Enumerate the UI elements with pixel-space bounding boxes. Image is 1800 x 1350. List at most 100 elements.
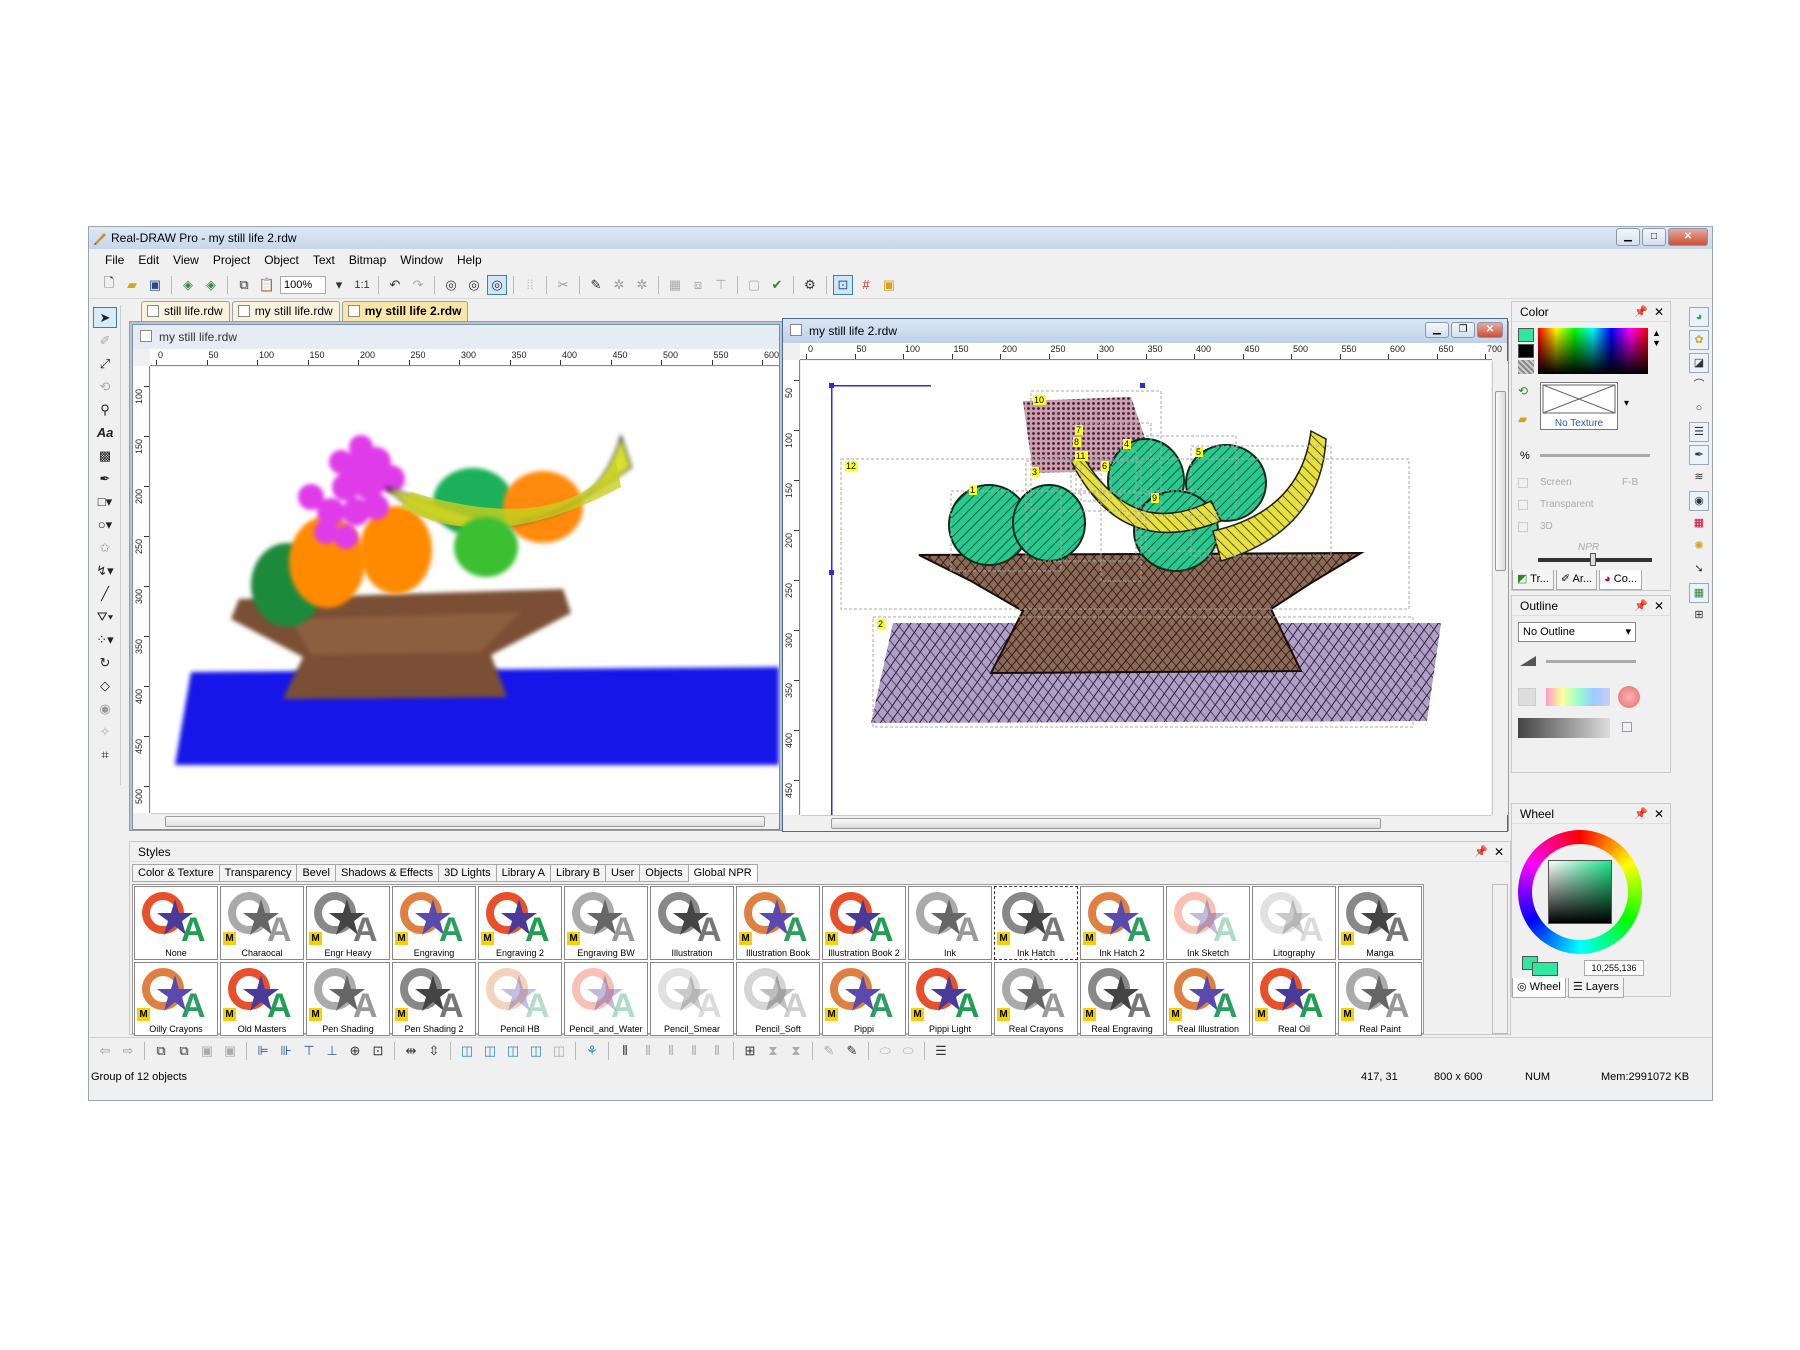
style-item-illustration-book[interactable]: A M Illustration Book (736, 886, 820, 960)
gradient-preview[interactable] (1546, 688, 1610, 706)
style-item-pippi-light[interactable]: A M Pippi Light (908, 962, 992, 1036)
guides-button[interactable]: # (856, 275, 876, 295)
save-button[interactable]: ▣ (145, 275, 165, 295)
close-icon[interactable]: ✕ (1654, 596, 1664, 616)
minimize-button[interactable]: ▁ (1616, 228, 1640, 246)
tab-my-still-life[interactable]: my still life.rdw (231, 301, 340, 321)
order-front-button[interactable]: ◫ (457, 1041, 477, 1061)
dock-frame-button[interactable]: ⊞ (1689, 606, 1709, 626)
eyedropper-button[interactable]: ✎ (586, 275, 606, 295)
vertical-ruler[interactable]: 50 100 150 200 250 300 350 400 450 (783, 360, 800, 815)
dock-swatches-button[interactable]: ▦ (1689, 514, 1709, 534)
dock-effects-button[interactable]: ◉ (1689, 491, 1709, 511)
tab-color[interactable]: ◕ Co... (1599, 570, 1642, 590)
style-item-real-illustration[interactable]: A M Real Illustration (1166, 962, 1250, 1036)
style-item-pen-shading-2[interactable]: A M Pen Shading 2 (392, 962, 476, 1036)
actual-size-button[interactable]: 1:1 (352, 275, 372, 295)
drawing-canvas[interactable]: 1 2 3 4 5 6 7 8 9 10 11 12 (801, 361, 1491, 815)
rotate-tool[interactable]: ↻ (93, 652, 117, 673)
styles-tab-color-texture[interactable]: Color & Texture (132, 864, 219, 882)
distribute-1-button[interactable]: ⫴ (615, 1041, 635, 1061)
3d-checkbox[interactable] (1518, 522, 1528, 532)
tab-art[interactable]: ✐ Ar... (1555, 570, 1598, 590)
spectrum-scroll[interactable]: ▲ ▼ (1652, 328, 1661, 348)
style-item-pencil-soft[interactable]: A Pencil_Soft (736, 962, 820, 1036)
fill-color-swatch[interactable] (1518, 328, 1534, 342)
styles-tab-objects[interactable]: Objects (639, 864, 688, 882)
dock-lightbulb-button[interactable]: ✺ (1689, 537, 1709, 557)
tab-my-still-life-2[interactable]: my still life 2.rdw (341, 301, 469, 321)
swap-icon[interactable]: ⟲ (1518, 384, 1528, 398)
brush-effect-button[interactable]: ✲ (632, 275, 652, 295)
dock-layers-button[interactable]: ☰ (1689, 422, 1709, 442)
redo-button[interactable]: ↷ (408, 275, 428, 295)
eraser-2-button[interactable]: ⬭ (898, 1041, 918, 1061)
style-item-pen-shading[interactable]: A M Pen Shading (306, 962, 390, 1036)
style-item-manga[interactable]: A M Manga (1338, 886, 1422, 960)
tab-transparency[interactable]: ◩ Tr... (1512, 570, 1554, 590)
style-item-real-crayons[interactable]: A M Real Crayons (994, 962, 1078, 1036)
styles-tab-3d-lights[interactable]: 3D Lights (438, 864, 496, 882)
close-icon[interactable]: ✕ (1494, 842, 1504, 862)
style-item-real-oil[interactable]: A M Real Oil (1252, 962, 1336, 1036)
horizontal-ruler[interactable]: 0 50 100 150 200 250 300 350 400 450 500 550 600 650 7… (800, 343, 1502, 360)
zoom-input[interactable]: 100% (280, 275, 326, 294)
window-layout-button[interactable]: ▣ (879, 275, 899, 295)
fill-type-box[interactable] (1518, 688, 1536, 706)
styles-tab-library-a[interactable]: Library A (495, 864, 551, 882)
order-back-button[interactable]: ◫ (526, 1041, 546, 1061)
style-item-ink-hatch-2[interactable]: A M Ink Hatch 2 (1080, 886, 1164, 960)
tab-still-life[interactable]: still life.rdw (141, 301, 230, 321)
horizontal-ruler[interactable]: 0 50 100 150 200 250 300 350 400 450 500 550 600 (150, 349, 779, 366)
style-item-pippi[interactable]: A M Pippi (822, 962, 906, 1036)
menu-project[interactable]: Project (213, 253, 250, 267)
shape-op-3-button[interactable]: ◎ (487, 274, 507, 295)
pin-icon[interactable]: 📌 (1474, 842, 1488, 862)
dock-brush-button[interactable]: ≋ (1689, 468, 1709, 488)
brush-tip-icon[interactable] (1618, 686, 1640, 708)
forward-button[interactable]: ⇨ (118, 1041, 138, 1061)
folder-icon[interactable]: ▰ (1518, 412, 1527, 426)
close-icon[interactable]: ✕ (1654, 804, 1664, 824)
style-item-engraving-bw[interactable]: A M Engraving BW (564, 886, 648, 960)
distort-tool[interactable]: ◇ (93, 675, 117, 696)
scroll-thumb[interactable] (831, 818, 1381, 829)
pin-icon[interactable]: 📌 (1634, 596, 1648, 616)
zoom-tool[interactable]: ⚲ (93, 399, 117, 420)
drawing-canvas[interactable] (151, 367, 779, 813)
transform-1-button[interactable]: ⧗ (763, 1041, 783, 1061)
ellipse-tool[interactable]: ○▾ (93, 514, 117, 535)
order-other-button[interactable]: ◫ (549, 1041, 569, 1061)
rgb-value-field[interactable]: 10,255,136 (1584, 960, 1644, 976)
select-tool[interactable]: ➤ (93, 307, 117, 328)
dock-cursor-button[interactable]: ➘ (1689, 560, 1709, 580)
curve-tool[interactable]: ↯▾ (93, 560, 117, 581)
doc-restore-button[interactable]: ❐ (1451, 322, 1475, 338)
export-button[interactable]: ◈ (201, 275, 221, 295)
distribute-4-button[interactable]: ⫴ (684, 1041, 704, 1061)
menu-file[interactable]: File (105, 253, 124, 267)
more-button[interactable]: ☰ (931, 1041, 951, 1061)
link-button[interactable]: ⧈ (688, 275, 708, 295)
group-button[interactable]: ⧉ (151, 1041, 171, 1061)
style-item-pencil-and-water[interactable]: A Pencil_and_Water (564, 962, 648, 1036)
ungroup-button[interactable]: ⧉ (174, 1041, 194, 1061)
break-button[interactable]: ▣ (220, 1041, 240, 1061)
color-spectrum[interactable] (1538, 328, 1648, 374)
styles-tab-transparency[interactable]: Transparency (218, 864, 297, 882)
distribute-3-button[interactable]: ⫴ (661, 1041, 681, 1061)
style-item-pencil-hb[interactable]: A Pencil HB (478, 962, 562, 1036)
color-wheel[interactable] (1518, 830, 1642, 954)
pencil-1-button[interactable]: ✎ (819, 1041, 839, 1061)
doc-minimize-button[interactable]: ▁ (1425, 322, 1449, 338)
doc-close-button[interactable]: ✕ (1477, 322, 1503, 338)
lasso-tool[interactable]: ⟲ (93, 376, 117, 397)
style-item-engraving-2[interactable]: A M Engraving 2 (478, 886, 562, 960)
pen-tool[interactable]: ✒ (93, 468, 117, 489)
menu-edit[interactable]: Edit (138, 253, 159, 267)
vertical-ruler[interactable]: 100 150 200 250 300 350 400 450 500 (133, 366, 150, 813)
blend-tool[interactable]: ✧ (93, 721, 117, 742)
previous-color-swatch[interactable] (1532, 962, 1558, 976)
align-center-button[interactable]: ⊪ (276, 1041, 296, 1061)
flip-v-button[interactable]: ⇳ (424, 1041, 444, 1061)
